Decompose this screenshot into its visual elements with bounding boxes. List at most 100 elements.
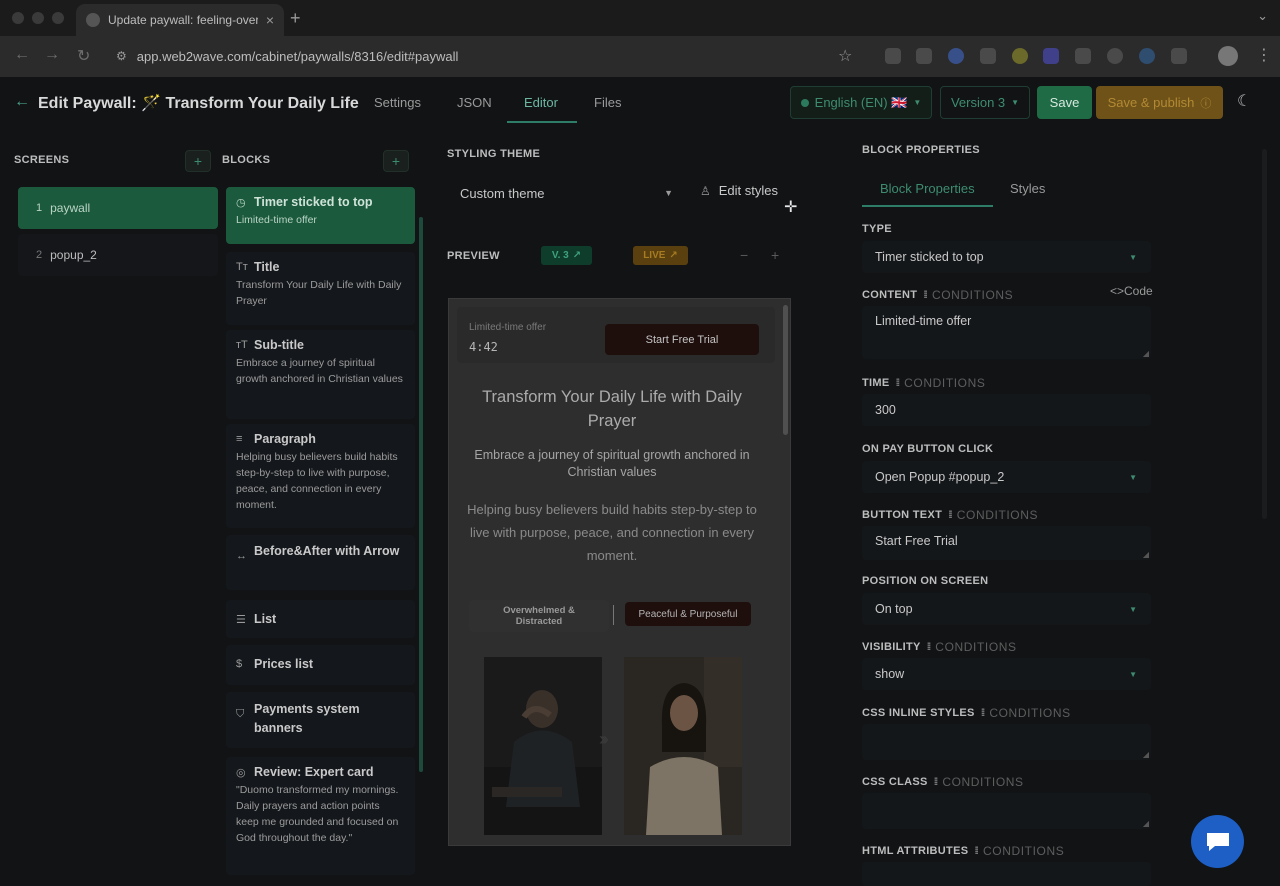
zoom-out-button[interactable]: −: [740, 247, 748, 263]
extension-icon[interactable]: [1075, 48, 1091, 64]
conditions-link[interactable]: CONDITIONS: [935, 640, 1016, 654]
reload-icon[interactable]: ↻: [77, 46, 90, 66]
visibility-select[interactable]: show ▼: [862, 658, 1151, 690]
on-pay-click-select[interactable]: Open Popup #popup_2 ▼: [862, 461, 1151, 493]
add-screen-button[interactable]: +: [185, 150, 211, 172]
block-item-title[interactable]: Tт Title Transform Your Daily Life with D…: [226, 252, 415, 325]
tab-json[interactable]: JSON: [457, 95, 492, 110]
bookmark-star-icon[interactable]: ☆: [838, 46, 852, 66]
extension-icon[interactable]: [1139, 48, 1155, 64]
block-description: Helping busy believers build habits step…: [236, 451, 398, 511]
browser-menu-icon[interactable]: ⋮: [1256, 45, 1272, 65]
block-item-list[interactable]: ☰ List: [226, 600, 415, 638]
save-and-publish-button[interactable]: Save & publish ⓘ: [1096, 86, 1223, 119]
extension-icon[interactable]: [1012, 48, 1028, 64]
forward-icon[interactable]: →: [44, 46, 60, 64]
site-info-icon[interactable]: ⚙: [116, 49, 127, 63]
live-badge-label: LIVE: [643, 250, 666, 261]
extension-icon[interactable]: [948, 48, 964, 64]
time-input[interactable]: 300: [862, 394, 1151, 426]
extension-icon[interactable]: [980, 48, 996, 64]
tab-settings[interactable]: Settings: [374, 95, 421, 110]
extension-icon[interactable]: [885, 48, 901, 64]
conditions-link[interactable]: CONDITIONS: [904, 376, 985, 390]
resize-handle-icon[interactable]: ◢: [1143, 349, 1149, 358]
preview-paragraph: Helping busy believers build habits step…: [467, 502, 757, 563]
globe-icon: [800, 98, 809, 107]
toggle-after[interactable]: Peaceful & Purposeful: [625, 602, 751, 626]
html-attributes-textarea[interactable]: [862, 862, 1151, 886]
block-description: Limited-time offer: [236, 214, 317, 226]
screen-item-popup-2[interactable]: 2 popup_2: [18, 234, 218, 276]
block-item-subtitle[interactable]: тT Sub-title Embrace a journey of spiritu…: [226, 330, 415, 419]
css-class-textarea[interactable]: ◢: [862, 793, 1151, 829]
block-item-timer[interactable]: ◷ Timer sticked to top Limited-time offer: [226, 187, 415, 244]
extension-icon[interactable]: [1043, 48, 1059, 64]
back-arrow-icon[interactable]: ←: [14, 93, 30, 111]
paragraph-icon: ≡: [236, 433, 243, 445]
dark-mode-moon-icon[interactable]: ☾: [1237, 91, 1251, 111]
extension-icon[interactable]: [1107, 48, 1123, 64]
live-badge[interactable]: LIVE ↗: [633, 246, 688, 265]
page-scrollbar[interactable]: [1262, 149, 1267, 519]
start-free-trial-button[interactable]: Start Free Trial: [605, 324, 759, 355]
extensions-puzzle-icon[interactable]: [1171, 48, 1187, 64]
browser-tab[interactable]: Update paywall: feeling-over ×: [76, 4, 284, 36]
extension-icon[interactable]: [916, 48, 932, 64]
css-inline-textarea[interactable]: ◢: [862, 724, 1151, 760]
profile-avatar[interactable]: [1218, 46, 1238, 66]
tab-editor[interactable]: Editor: [524, 95, 558, 110]
tab-block-properties[interactable]: Block Properties: [880, 181, 975, 196]
resize-handle-icon[interactable]: ◢: [1143, 750, 1149, 759]
resize-handle-icon[interactable]: ◢: [1143, 550, 1149, 559]
tab-search-icon[interactable]: ⌄: [1257, 8, 1268, 24]
block-item-prices-list[interactable]: $ Prices list: [226, 645, 415, 685]
edit-styles-button[interactable]: ♙ Edit styles: [700, 183, 778, 198]
window-minimize-button[interactable]: [32, 12, 44, 24]
conditions-link[interactable]: CONDITIONS: [957, 508, 1038, 522]
tab-favicon-icon: [86, 13, 100, 27]
conditions-link[interactable]: CONDITIONS: [989, 706, 1070, 720]
block-item-paragraph[interactable]: ≡ Paragraph Helping busy believers build …: [226, 424, 415, 528]
zoom-in-button[interactable]: +: [771, 247, 779, 263]
content-textarea[interactable]: Limited-time offer ◢: [862, 306, 1151, 359]
block-title: Title: [254, 260, 280, 274]
blocks-scrollbar[interactable]: [419, 217, 423, 772]
tab-files[interactable]: Files: [594, 95, 621, 110]
version-badge[interactable]: V. 3 ↗: [541, 246, 592, 265]
language-select[interactable]: English (EN) 🇬🇧 ▼: [790, 86, 932, 119]
code-toggle[interactable]: <>Code: [1110, 284, 1153, 298]
type-select[interactable]: Timer sticked to top ▼: [862, 241, 1151, 273]
tab-close-icon[interactable]: ×: [266, 12, 274, 28]
screen-item-paywall[interactable]: 1 paywall: [18, 187, 218, 229]
add-block-button[interactable]: +: [383, 150, 409, 172]
drag-handle-icon: ⁞⁞: [895, 377, 899, 389]
before-image: [484, 657, 602, 835]
button-text-textarea[interactable]: Start Free Trial ◢: [862, 526, 1151, 560]
back-icon[interactable]: ←: [14, 46, 30, 64]
position-select[interactable]: On top ▼: [862, 593, 1151, 625]
conditions-link[interactable]: CONDITIONS: [983, 844, 1064, 858]
save-button[interactable]: Save: [1037, 86, 1092, 119]
block-description: Transform Your Daily Life with Daily Pra…: [236, 279, 402, 307]
block-item-review-card[interactable]: ◎ Review: Expert card "Duomo transformed …: [226, 757, 415, 875]
window-zoom-button[interactable]: [52, 12, 64, 24]
preview-scrollbar[interactable]: [783, 305, 788, 435]
block-item-payment-banners[interactable]: ⛉ Payments system banners: [226, 692, 415, 748]
new-tab-icon[interactable]: +: [290, 8, 301, 29]
version-select[interactable]: Version 3 ▼: [940, 86, 1030, 119]
theme-select[interactable]: Custom theme ▼: [447, 178, 687, 208]
conditions-link[interactable]: CONDITIONS: [932, 288, 1013, 302]
conditions-link[interactable]: CONDITIONS: [942, 775, 1023, 789]
tab-title: Update paywall: feeling-over: [108, 13, 258, 27]
tab-styles[interactable]: Styles: [1010, 181, 1045, 196]
screen-name: popup_2: [50, 248, 97, 262]
chat-widget-button[interactable]: [1191, 815, 1244, 868]
resize-handle-icon[interactable]: ◢: [1143, 819, 1149, 828]
toggle-before[interactable]: Overwhelmed & Distracted: [469, 600, 609, 632]
window-close-button[interactable]: [12, 12, 24, 24]
time-value: 300: [875, 403, 896, 417]
block-item-before-after[interactable]: ↔ Before&After with Arrow: [226, 535, 415, 590]
preview-heading: PREVIEW: [447, 250, 500, 262]
address-bar[interactable]: ⚙ app.web2wave.com/cabinet/paywalls/8316…: [108, 41, 868, 71]
